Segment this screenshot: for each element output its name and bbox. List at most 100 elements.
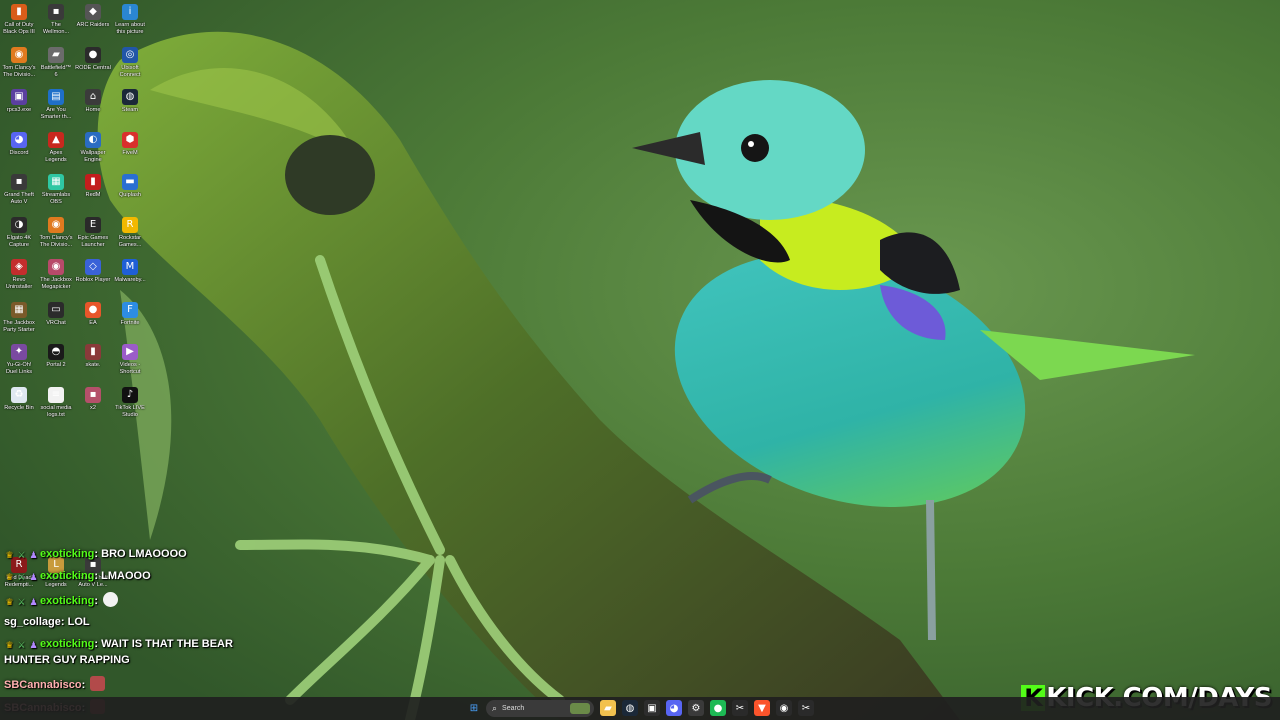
- desktop-icon[interactable]: ◇ Roblox Player: [74, 255, 112, 284]
- app-icon[interactable]: ✂: [798, 700, 814, 716]
- spotify-icon[interactable]: ●: [710, 700, 726, 716]
- sword-badge: ⚔: [17, 598, 26, 608]
- desktop-icon[interactable]: ◆ ARC Raiders: [74, 0, 112, 29]
- sword-badge: ⚔: [17, 551, 26, 561]
- desktop-icon-label: Battlefield™ 6: [40, 64, 72, 78]
- game-icon: ▦: [11, 301, 27, 318]
- desktop-icon-label: Quiplash: [118, 192, 142, 198]
- settings-icon[interactable]: ⚙: [688, 700, 704, 716]
- shield-icon: M: [122, 259, 138, 275]
- discord-icon[interactable]: ◕: [666, 700, 682, 716]
- desktop-icon[interactable]: ◉ The Jackbox Megapicker: [37, 255, 75, 291]
- desktop-icon-label: Elgato 4K Capture: [6, 234, 32, 248]
- chat-message: ♛ ⚔ ♟ exoticking: WAIT IS THAT THE BEAR: [4, 638, 233, 651]
- app-icon[interactable]: ▣: [644, 700, 660, 716]
- desktop-icon[interactable]: ✦ Yu-Gi-Oh! Duel Links: [0, 340, 38, 376]
- desktop-icon[interactable]: ▪ x2: [74, 383, 112, 412]
- desktop-icon[interactable]: ▭ VRChat: [37, 298, 75, 327]
- desktop-icon-label: Ubisoft Connect: [119, 64, 141, 78]
- desktop-icon-label: Videos - Shortcut: [119, 362, 141, 375]
- game-icon: ◓: [48, 344, 64, 360]
- desktop-icon[interactable]: ◕ Discord: [0, 128, 38, 157]
- desktop-icon[interactable]: ◓ Portal 2: [37, 340, 75, 369]
- desktop-icon[interactable]: ▶ Videos - Shortcut: [111, 340, 149, 376]
- desktop-icon[interactable]: ◎ Ubisoft Connect: [111, 43, 149, 79]
- desktop-icon-label: Malwareby...: [114, 277, 146, 283]
- desktop-icon[interactable]: ◍ Steam: [111, 85, 149, 114]
- desktop-icon[interactable]: i Learn about this picture: [111, 0, 149, 36]
- desktop-icon-label: skate.: [85, 362, 101, 368]
- desktop-icon[interactable]: ▦ The Jackbox Party Starter: [0, 298, 38, 334]
- desktop-icon[interactable]: R Rockstar Games...: [111, 213, 149, 249]
- desktop-icon-label: Grand Theft Auto V: [4, 192, 34, 205]
- steam-icon[interactable]: ◍: [622, 700, 638, 716]
- desktop-icon[interactable]: ≡ social media logs.txt: [37, 383, 75, 419]
- desktop-icon[interactable]: ◉ Tom Clancy's The Divisio...: [37, 213, 75, 249]
- desktop-icon[interactable]: ⬢ FiveM: [111, 128, 149, 157]
- desktop-icon[interactable]: F Fortnite: [111, 298, 149, 327]
- camera-icon: ◑: [11, 216, 27, 233]
- desktop-icon-label: Tom Clancy's The Divisio...: [39, 234, 73, 248]
- desktop-icon[interactable]: M Malwareby...: [111, 255, 149, 284]
- windows-start-icon[interactable]: ⊞: [466, 700, 482, 716]
- text-file-icon: ≡: [48, 386, 64, 403]
- crown-badge: ♛: [5, 551, 14, 561]
- desktop-icon[interactable]: ▮ RedM: [74, 170, 112, 199]
- crown-badge: ♛: [5, 598, 14, 608]
- desktop-icon[interactable]: ▬ Quiplash: [111, 170, 149, 199]
- discord-icon: ◕: [11, 131, 27, 148]
- desktop-icon[interactable]: ● EA: [74, 298, 112, 327]
- desktop-icon[interactable]: ▰ Battlefield™ 6: [37, 43, 75, 79]
- streamlabs-icon: ▦: [48, 174, 64, 190]
- desktop-icon[interactable]: ♪ TikTok LIVE Studio: [111, 383, 149, 419]
- chat-separator: :: [60, 616, 68, 628]
- desktop-icon[interactable]: ◑ Elgato 4K Capture: [0, 213, 38, 249]
- roblox-icon: ◇: [85, 259, 101, 275]
- desktop-icon[interactable]: E Epic Games Launcher: [74, 213, 112, 249]
- desktop-icon[interactable]: ♻ Recycle Bin: [0, 383, 38, 412]
- desktop-icon-label: Home: [85, 107, 101, 113]
- photo-icon: ▪: [85, 386, 101, 403]
- file-explorer-icon[interactable]: ▰: [600, 700, 616, 716]
- sword-badge: ⚔: [17, 573, 26, 583]
- desktop-icon-label: The Jackbox Party Starter: [3, 319, 35, 333]
- chat-separator: :: [81, 679, 89, 691]
- desktop-icon[interactable]: ▮ skate.: [74, 340, 112, 369]
- desktop-icon[interactable]: ▮ Call of Duty Black Ops III: [0, 0, 38, 36]
- vr-icon: ▭: [48, 301, 64, 318]
- desktop-icon-label: Tom Clancy's The Divisio...: [2, 64, 36, 78]
- desktop-icon-label: Are You Smarter th...: [40, 107, 72, 120]
- desktop-icon-label: ARC Raiders: [76, 22, 110, 28]
- search-placeholder: Search: [502, 705, 525, 712]
- desktop-icon[interactable]: ▪ The Wellmon...: [37, 0, 75, 36]
- game-icon: ◉: [48, 259, 64, 275]
- chat-message: ♛ ⚔ ♟ exoticking:: [4, 592, 119, 608]
- desktop-icon[interactable]: ◐ Wallpaper Engine: [74, 128, 112, 164]
- desktop-icon[interactable]: ● RODE Central: [74, 43, 112, 72]
- chat-text: WAIT IS THAT THE BEAR: [101, 638, 233, 650]
- desktop-icon[interactable]: ▪ Grand Theft Auto V: [0, 170, 38, 206]
- desktop-icon[interactable]: ▣ rpcs3.exe: [0, 85, 38, 114]
- desktop-icon[interactable]: ▲ Apex Legends: [37, 128, 75, 164]
- chat-text: LMAOOO: [101, 570, 151, 582]
- crown-badge: ♛: [5, 641, 14, 651]
- capcut-icon[interactable]: ✂: [732, 700, 748, 716]
- app-icon: ▣: [11, 89, 27, 105]
- desktop-icon[interactable]: ◈ Revo Uninstaller: [0, 255, 38, 291]
- desktop-icon[interactable]: ▦ Streamlabs OBS: [37, 170, 75, 206]
- obs-icon[interactable]: ◉: [776, 700, 792, 716]
- taskbar-search-box[interactable]: ⌕ Search: [486, 700, 594, 717]
- recycle-bin-icon: ♻: [11, 386, 27, 403]
- brave-icon[interactable]: ▼: [754, 700, 770, 716]
- desktop-icon-label: x2: [90, 404, 96, 411]
- desktop-icon-label: Call of Duty Black Ops III: [3, 22, 35, 35]
- game-icon: ✦: [11, 344, 27, 360]
- desktop-icon[interactable]: ⌂ Home: [74, 85, 112, 114]
- desktop-icon[interactable]: ▤ Are You Smarter th...: [37, 85, 75, 121]
- sub-badge: ♟: [29, 573, 38, 583]
- desktop-icon[interactable]: ◉ Tom Clancy's The Divisio...: [0, 43, 38, 79]
- game-icon: ▬: [122, 174, 138, 190]
- desktop-wallpaper: [0, 0, 1280, 720]
- taskbar: ⊞ ⌕ Search ▰ ◍ ▣ ◕ ⚙ ● ✂ ▼ ◉ ✂: [0, 697, 1280, 720]
- chat-text: BRO LMAOOOO: [101, 548, 187, 560]
